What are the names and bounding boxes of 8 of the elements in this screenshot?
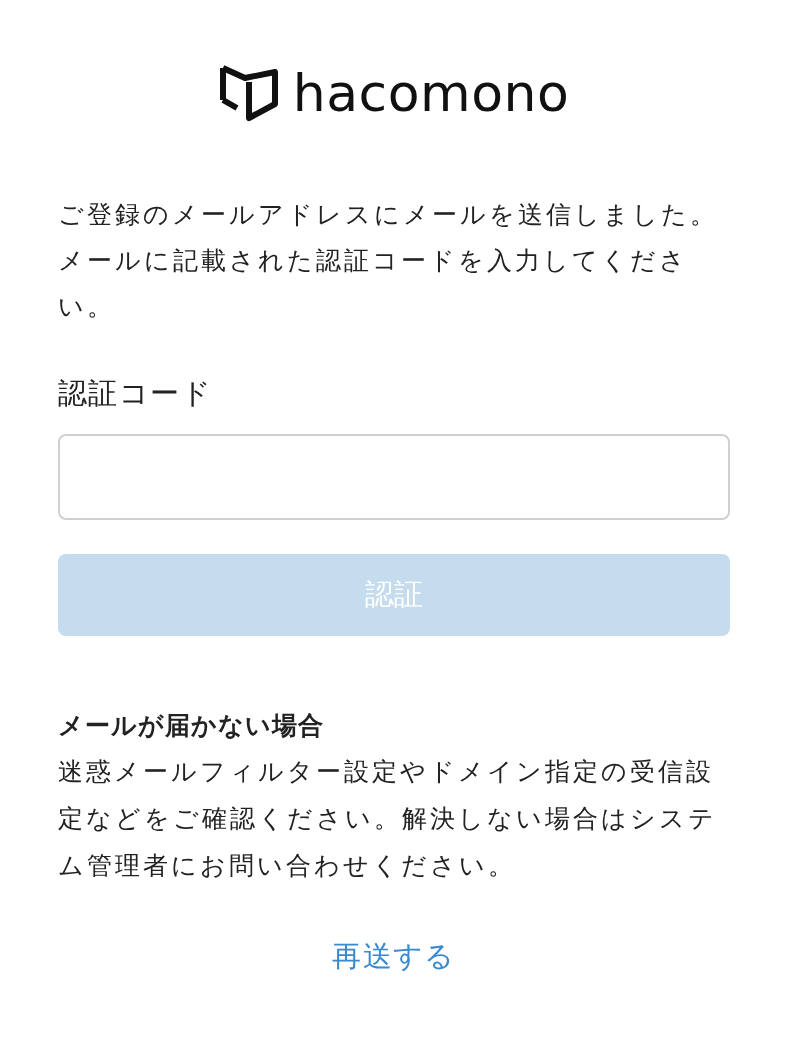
instruction-text: ご登録のメールアドレスにメールを送信しました。メールに記載された認証コードを入力してください。 [58,199,719,323]
resend-link[interactable]: 再送する [332,934,456,978]
help-text: 迷惑メールフィルター設定やドメイン指定の受信設定などをご確認ください。解決しない場合はシステム管理者にお問い合わせください。 [58,755,718,882]
logo-text: hacomono [292,67,570,119]
field-label: 認証コード [58,375,214,412]
logo-icon [218,64,279,122]
code-input-field[interactable] [58,433,730,520]
help-title: メールが届かない場合 [58,709,325,742]
